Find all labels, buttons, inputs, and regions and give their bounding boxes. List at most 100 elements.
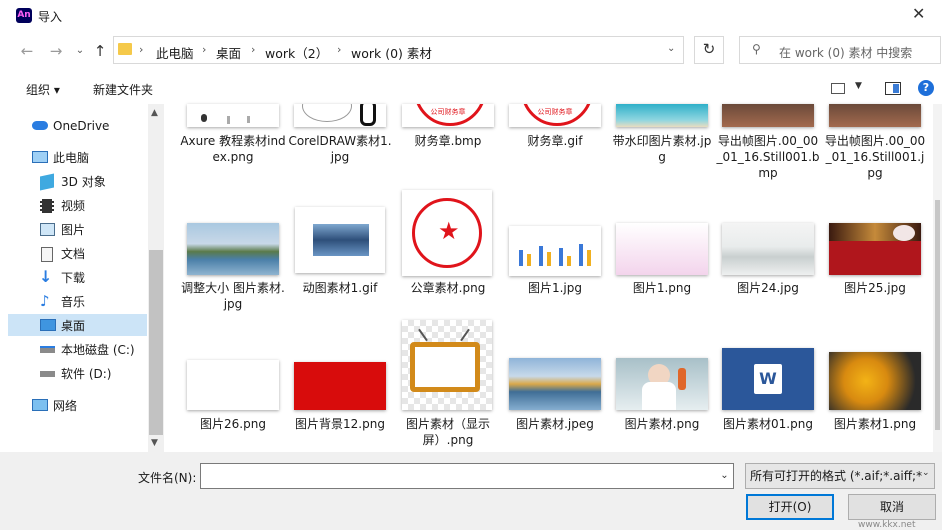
sidebar-item-music[interactable]: ♪ 音乐 — [8, 291, 148, 313]
change-view-icon[interactable] — [831, 83, 845, 94]
sidebar-scrollbar-thumb[interactable] — [149, 250, 163, 435]
sidebar-item-documents[interactable]: 文档 — [8, 243, 148, 265]
breadcrumb-current-folder[interactable]: work (0) 素材 — [351, 43, 432, 62]
file-name[interactable]: 图片26.png — [180, 416, 286, 432]
sidebar-item-onedrive[interactable]: OneDrive — [8, 115, 148, 137]
filename-label: 文件名(N): — [138, 471, 197, 485]
sidebar-item-label: 图片 — [61, 223, 86, 237]
file-name[interactable]: 动图素材1.gif — [287, 280, 393, 296]
file-name[interactable]: 导出帧图片.00_00_01_16.Still001.bmp — [715, 133, 821, 181]
file-thumbnail[interactable] — [295, 207, 385, 273]
file-name[interactable]: 图片1.jpg — [502, 280, 608, 296]
file-name[interactable]: 导出帧图片.00_00_01_16.Still001.jpg — [822, 133, 928, 181]
sidebar-item-label: 本地磁盘 (C:) — [61, 343, 135, 357]
up-arrow-icon[interactable]: ↑ — [90, 40, 110, 62]
file-thumbnail[interactable] — [616, 223, 708, 275]
file-name[interactable]: 图片25.jpg — [822, 280, 928, 296]
pictures-icon — [40, 223, 55, 236]
file-thumbnail[interactable] — [187, 223, 279, 275]
file-name[interactable]: 财务章.bmp — [395, 133, 501, 149]
file-name[interactable]: Axure 教程素材index.png — [180, 133, 286, 165]
3d-objects-icon — [40, 173, 54, 191]
close-icon[interactable]: ✕ — [912, 4, 925, 23]
open-button[interactable]: 打开(O) — [746, 494, 834, 520]
file-name[interactable]: 财务章.gif — [502, 133, 608, 149]
sidebar-item-videos[interactable]: 视频 — [8, 195, 148, 217]
file-thumbnail[interactable] — [509, 358, 601, 410]
help-icon[interactable]: ? — [918, 80, 934, 96]
file-thumbnail[interactable] — [616, 104, 708, 127]
file-name[interactable]: CorelDRAW素材1.jpg — [287, 133, 393, 165]
filter-chevron-icon[interactable]: ⌄ — [922, 468, 930, 478]
new-folder-button[interactable]: 新建文件夹 — [93, 81, 153, 98]
file-thumbnail[interactable] — [722, 223, 814, 275]
sidebar-item-network[interactable]: 网络 — [8, 395, 148, 417]
file-name[interactable]: 公章素材.png — [395, 280, 501, 296]
recent-locations-chevron-icon[interactable]: ⌄ — [70, 40, 90, 62]
file-name[interactable]: 图片素材01.png — [715, 416, 821, 432]
file-thumbnail[interactable] — [616, 358, 708, 410]
seal-text: 公司财务章 — [430, 108, 466, 116]
sidebar-item-desktop[interactable]: 桌面 — [8, 315, 148, 337]
search-placeholder: 在 work (0) 素材 中搜索 — [779, 46, 913, 60]
back-arrow-icon[interactable]: ← — [17, 40, 37, 62]
cancel-button[interactable]: 取消 — [848, 494, 936, 520]
breadcrumb-separator-icon: › — [139, 43, 144, 56]
scroll-up-arrow-icon[interactable]: ▲ — [151, 108, 158, 118]
scroll-down-arrow-icon[interactable]: ▼ — [151, 438, 158, 448]
file-name[interactable]: 图片素材1.png — [822, 416, 928, 432]
file-name[interactable]: 图片素材（显示屏）.png — [395, 416, 501, 448]
sidebar-item-local-disk-c[interactable]: 本地磁盘 (C:) — [8, 339, 148, 361]
file-thumbnail[interactable] — [829, 223, 921, 275]
file-name[interactable]: 调整大小 图片素材.jpg — [180, 280, 286, 312]
file-thumbnail[interactable] — [829, 352, 921, 410]
file-type-filter-select[interactable]: 所有可打开的格式 (*.aif;*.aiff;* — [745, 463, 935, 489]
filename-history-chevron-icon[interactable]: ⌄ — [715, 463, 734, 489]
file-name[interactable]: 图片素材.jpeg — [502, 416, 608, 432]
file-list-scrollbar-thumb[interactable] — [935, 200, 940, 430]
file-name[interactable]: 图片1.png — [609, 280, 715, 296]
file-name[interactable]: 图片背景12.png — [287, 416, 393, 432]
address-dropdown-icon[interactable]: ⌄ — [667, 43, 675, 54]
forward-arrow-icon[interactable]: → — [46, 40, 66, 62]
file-thumbnail[interactable] — [722, 104, 814, 127]
file-thumbnail[interactable] — [187, 360, 279, 410]
sidebar-item-this-pc[interactable]: 此电脑 — [8, 147, 148, 169]
organize-menu[interactable]: 组织 ▾ — [26, 81, 60, 98]
sidebar-item-label: 视频 — [61, 199, 86, 213]
breadcrumb-this-pc[interactable]: 此电脑 — [156, 43, 194, 62]
documents-icon — [41, 247, 53, 262]
file-thumbnail[interactable] — [829, 104, 921, 127]
file-thumbnail[interactable] — [402, 320, 492, 410]
file-name[interactable]: 图片素材.png — [609, 416, 715, 432]
sidebar-item-downloads[interactable]: ↓ 下载 — [8, 267, 148, 289]
file-thumbnail[interactable]: W — [722, 348, 814, 410]
animate-app-icon: An — [16, 8, 32, 23]
desktop-icon — [40, 319, 56, 331]
breadcrumb-work2[interactable]: work（2） — [265, 43, 328, 62]
sidebar-item-software-d[interactable]: 软件 (D:) — [8, 363, 148, 385]
file-name[interactable]: 带水印图片素材.jpg — [609, 133, 715, 165]
sidebar-item-label: 桌面 — [61, 319, 86, 333]
file-name[interactable]: 图片24.jpg — [715, 280, 821, 296]
breadcrumb-separator-icon: › — [251, 43, 256, 56]
view-options-chevron-icon[interactable]: ▼ — [855, 81, 862, 91]
sidebar-item-pictures[interactable]: 图片 — [8, 219, 148, 241]
cloud-icon — [32, 121, 48, 130]
sidebar-item-label: 网络 — [53, 399, 78, 413]
breadcrumb-desktop[interactable]: 桌面 — [216, 43, 241, 62]
sidebar-item-label: 软件 (D:) — [61, 367, 112, 381]
file-thumbnail[interactable] — [294, 104, 386, 127]
sidebar-item-label: 音乐 — [61, 295, 86, 309]
download-icon: ↓ — [39, 267, 53, 286]
file-thumbnail[interactable] — [294, 362, 386, 410]
file-thumbnail[interactable]: 公司财务章 — [509, 104, 601, 127]
file-thumbnail[interactable]: 公司财务章 — [402, 104, 494, 127]
sidebar-item-3d-objects[interactable]: 3D 对象 — [8, 171, 148, 193]
file-thumbnail[interactable] — [509, 226, 601, 276]
file-thumbnail[interactable] — [187, 104, 279, 127]
filename-input[interactable] — [200, 463, 734, 489]
preview-pane-icon[interactable] — [885, 82, 901, 95]
file-thumbnail[interactable]: ★ — [402, 190, 492, 276]
drive-icon — [40, 371, 55, 377]
